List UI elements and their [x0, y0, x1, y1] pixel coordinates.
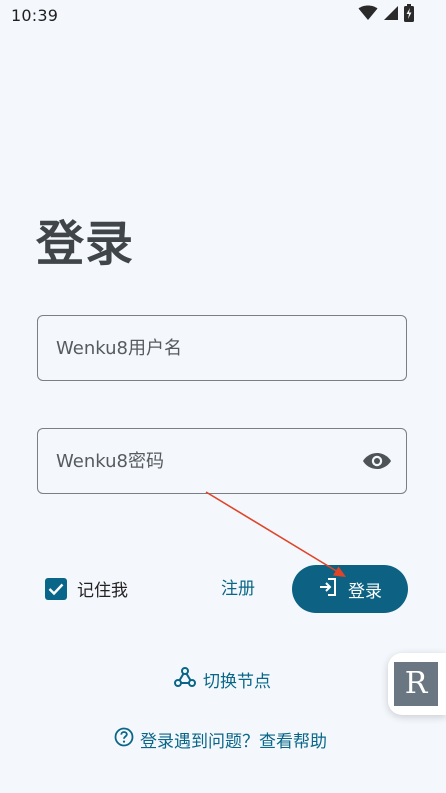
wifi-icon: [358, 5, 378, 25]
battery-charging-icon: [404, 4, 414, 26]
status-bar: 10:39: [0, 0, 446, 32]
floating-widget-letter: R: [394, 662, 438, 706]
username-input[interactable]: [56, 316, 356, 380]
help-label: 登录遇到问题？查看帮助: [140, 732, 327, 752]
username-field[interactable]: [37, 315, 407, 381]
status-icons: [358, 4, 414, 26]
status-time: 10:39: [11, 6, 59, 25]
login-button-label: 登录: [348, 581, 382, 602]
page-title: 登录: [36, 216, 135, 272]
cellular-signal-icon: [383, 5, 399, 25]
eye-icon[interactable]: [362, 449, 392, 473]
login-icon: [318, 577, 338, 602]
register-button[interactable]: 注册: [211, 576, 265, 602]
login-button[interactable]: 登录: [292, 565, 408, 613]
switch-node-link[interactable]: 切换节点: [174, 666, 271, 693]
switch-node-label: 切换节点: [203, 672, 271, 692]
remember-me-label: 记住我: [77, 581, 128, 601]
nodes-icon: [174, 666, 196, 693]
floating-widget[interactable]: R: [388, 653, 446, 715]
password-field[interactable]: [37, 428, 407, 494]
help-circle-icon: [114, 727, 134, 752]
help-link[interactable]: 登录遇到问题？查看帮助: [114, 727, 327, 752]
password-input[interactable]: [56, 429, 356, 493]
remember-me-checkbox[interactable]: 记住我: [45, 576, 128, 601]
checkbox-checked-icon[interactable]: [45, 577, 67, 600]
